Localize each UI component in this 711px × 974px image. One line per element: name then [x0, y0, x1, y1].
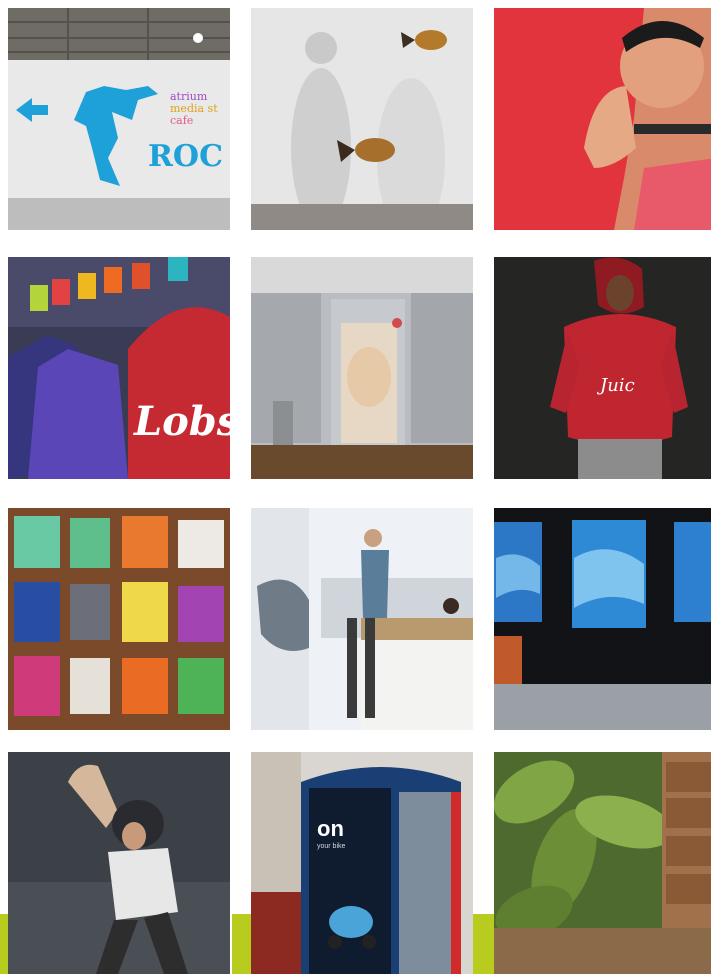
- photo-tile-retail-jackets: Lobs: [8, 257, 230, 479]
- green-accent-bar-right: [472, 914, 494, 974]
- sign-text: Lobs: [133, 398, 230, 445]
- photo-tile-elevator-door: [251, 257, 473, 479]
- photo-tile-leaf-wall: [494, 752, 711, 974]
- photo-tile-reception-desk: [251, 508, 473, 730]
- photo-tile-frosted-glass-fish: [251, 8, 473, 230]
- wall-word-cafe: cafe: [170, 114, 193, 127]
- photo-tile-shirt-shelves: [8, 508, 230, 730]
- photo-tile-man-shouting: [494, 8, 711, 230]
- photo-tile-phone-booth: on your bike: [251, 752, 473, 974]
- hoodie-text: Juic: [596, 375, 635, 396]
- green-accent-bar-middle: [232, 914, 252, 974]
- photo-tile-dancer: [8, 752, 230, 974]
- photo-tile-red-hoodie: Juic: [494, 257, 711, 479]
- poster-subtitle: your bike: [317, 843, 346, 850]
- wall-big-word: ROC: [148, 139, 223, 174]
- photo-tile-water-panels: [494, 508, 711, 730]
- photo-tile-atrium-wall: atrium media st cafe ROC: [8, 8, 230, 230]
- poster-title: on: [317, 816, 344, 841]
